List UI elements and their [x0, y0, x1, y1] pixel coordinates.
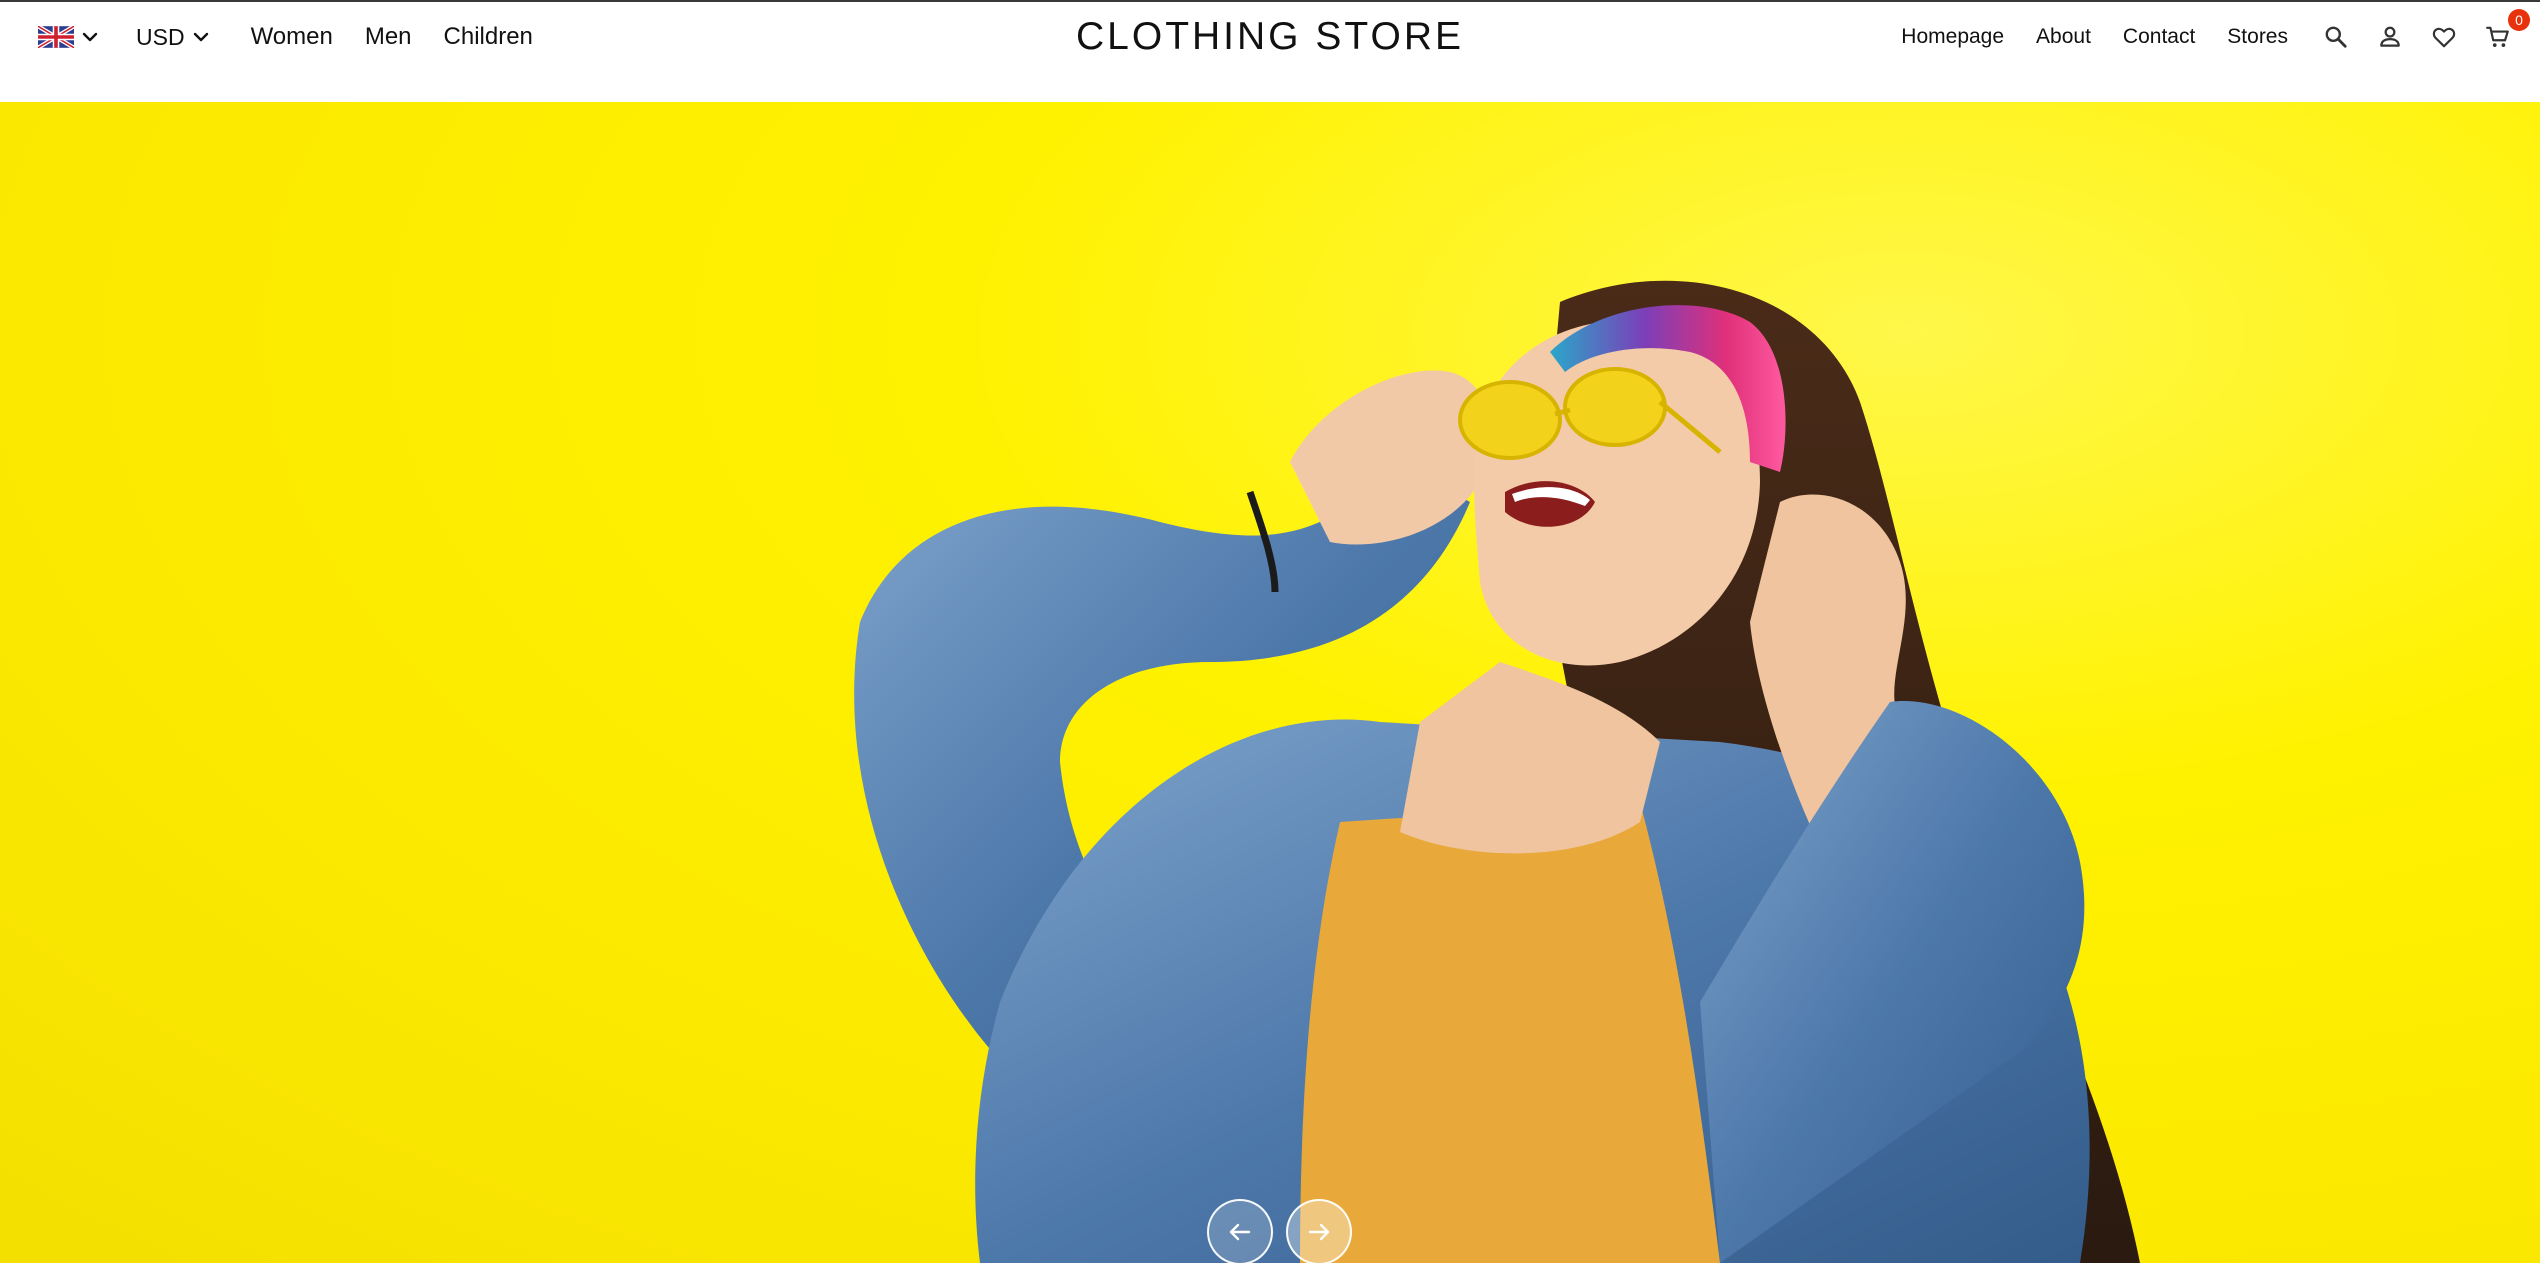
currency-label: USD — [136, 23, 185, 50]
language-selector[interactable] — [38, 26, 100, 48]
nav-link-about[interactable]: About — [2036, 25, 2091, 49]
search-icon — [2325, 26, 2347, 48]
uk-flag-icon — [38, 26, 74, 48]
slider-prev-button[interactable] — [1207, 1199, 1273, 1263]
hero-slider — [0, 102, 2540, 1263]
cart-count-badge: 0 — [2508, 9, 2530, 31]
currency-selector[interactable]: USD — [136, 24, 211, 51]
wishlist-button[interactable] — [2430, 23, 2458, 51]
search-button[interactable] — [2322, 23, 2350, 51]
nav-link-contact[interactable]: Contact — [2123, 25, 2195, 49]
brand-logo[interactable]: CLOTHING STORE — [1076, 15, 1464, 59]
account-button[interactable] — [2376, 23, 2404, 51]
nav-link-men[interactable]: Men — [365, 23, 412, 51]
heart-icon — [2432, 27, 2456, 48]
user-icon — [2380, 26, 2400, 47]
arrow-left-icon — [1229, 1223, 1251, 1241]
nav-link-children[interactable]: Children — [444, 23, 533, 51]
nav-link-homepage[interactable]: Homepage — [1901, 25, 2004, 49]
nav-link-women[interactable]: Women — [251, 23, 333, 51]
navbar: USD Women Men Children CLOTHING STORE Ho… — [0, 2, 2540, 102]
chevron-down-icon — [193, 32, 208, 42]
nav-left: USD Women Men Children — [38, 2, 533, 72]
slider-next-button[interactable] — [1286, 1199, 1352, 1263]
nav-link-stores[interactable]: Stores — [2227, 25, 2288, 49]
hero-image — [854, 280, 2140, 1263]
cart-button[interactable]: 0 — [2484, 9, 2530, 51]
nav-right: Homepage About Contact Stores 0 — [1869, 2, 2530, 72]
chevron-down-icon — [82, 32, 98, 42]
arrow-right-icon — [1308, 1223, 1330, 1241]
cart-icon — [2486, 26, 2509, 47]
